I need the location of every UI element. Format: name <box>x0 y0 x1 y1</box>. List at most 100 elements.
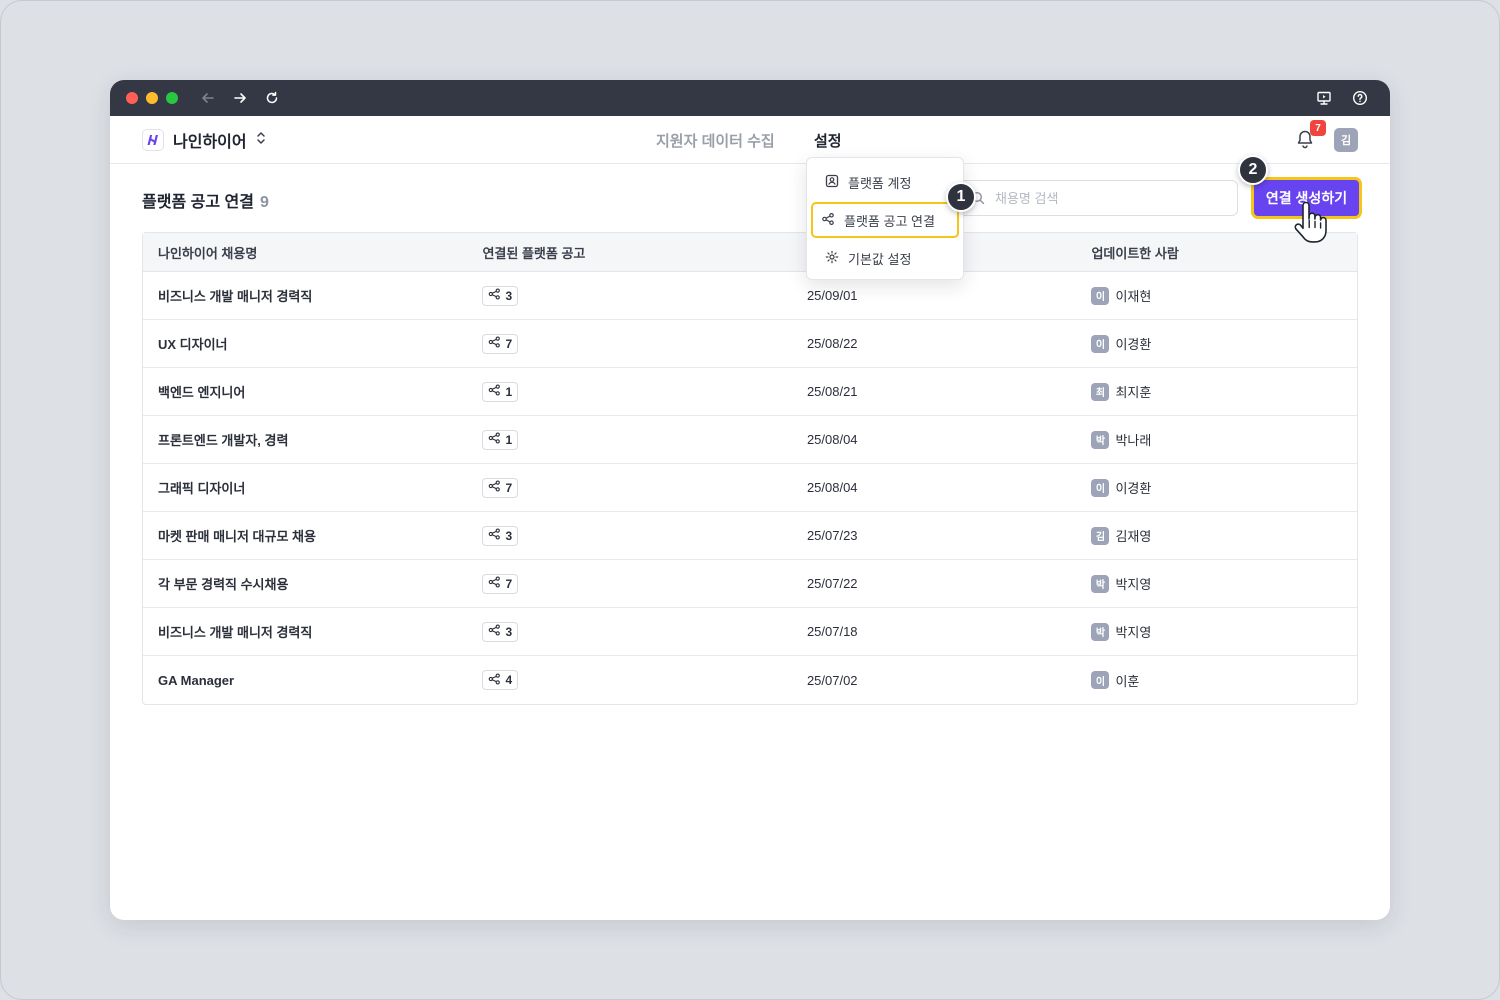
settings-dropdown-menu: 플랫폼 계정 플랫폼 공고 연결 기본값 설정 <box>806 157 964 280</box>
linked-postings-count: 3 <box>505 528 513 543</box>
updater-name: 김재영 <box>1115 529 1152 544</box>
share-icon <box>488 672 501 688</box>
linked-postings-count: 1 <box>505 432 513 447</box>
help-icon[interactable] <box>1350 88 1370 108</box>
updater-name: 이경환 <box>1115 337 1152 352</box>
updated-date: 25/09/01 <box>806 288 858 303</box>
menu-item-platform-account[interactable]: 플랫폼 계정 <box>811 164 959 200</box>
table-row[interactable]: 프론트엔드 개발자, 경력 1 25/08/04 박 박나래 <box>143 416 1357 464</box>
table-row[interactable]: GA Manager 4 25/07/02 이 이훈 <box>143 656 1357 704</box>
refresh-icon[interactable] <box>262 88 282 108</box>
step-badge-2: 2 <box>1238 155 1268 185</box>
step-badge-1: 1 <box>946 182 976 212</box>
table-row[interactable]: 각 부문 경력직 수시채용 7 25/07/22 박 박지영 <box>143 560 1357 608</box>
gear-icon <box>825 250 839 267</box>
linked-postings-chip[interactable]: 7 <box>482 477 519 498</box>
linked-postings-chip[interactable]: 4 <box>482 670 519 690</box>
browser-titlebar <box>110 80 1390 116</box>
job-title[interactable]: 비즈니스 개발 매니저 경력직 <box>158 625 312 640</box>
menu-item-label: 플랫폼 계정 <box>848 175 912 191</box>
menu-item-label: 기본값 설정 <box>848 251 912 267</box>
column-header-job-title: 나인하이어 채용명 <box>158 245 258 261</box>
search-field[interactable] <box>958 180 1238 216</box>
linked-postings-chip[interactable]: 3 <box>482 621 519 642</box>
updater-name: 이재현 <box>1115 289 1152 304</box>
job-title[interactable]: 비즈니스 개발 매니저 경력직 <box>158 289 312 304</box>
updated-date: 25/07/18 <box>806 624 858 639</box>
page-title-text: 플랫폼 공고 연결 <box>142 194 254 211</box>
linked-postings-chip[interactable]: 3 <box>482 285 519 306</box>
share-icon <box>488 384 501 399</box>
updater-avatar: 이 <box>1091 478 1110 497</box>
minimize-window-button[interactable] <box>146 92 158 104</box>
linked-postings-count: 7 <box>505 336 513 351</box>
user-avatar[interactable]: 김 <box>1334 128 1358 152</box>
updated-date: 25/07/22 <box>806 576 858 591</box>
maximize-window-button[interactable] <box>166 92 178 104</box>
updater-avatar: 이 <box>1091 671 1110 689</box>
search-input[interactable] <box>995 190 1237 206</box>
account-icon <box>825 174 839 191</box>
workspace-switcher[interactable]: 나인하이어 <box>142 128 266 152</box>
linked-postings-count: 3 <box>505 288 513 303</box>
updated-date: 25/08/22 <box>806 336 858 351</box>
page-title: 플랫폼 공고 연결 9 <box>142 188 269 212</box>
table-row[interactable]: 비즈니스 개발 매니저 경력직 3 25/09/01 이 이재현 <box>143 272 1357 320</box>
table-header: 나인하이어 채용명 연결된 플랫폼 공고 업데이트한 사람 <box>143 233 1357 272</box>
linked-postings-count: 4 <box>505 673 513 687</box>
column-header-linked-postings: 연결된 플랫폼 공고 <box>482 245 586 261</box>
notification-badge: 7 <box>1310 120 1326 136</box>
table-row[interactable]: 그래픽 디자이너 7 25/08/04 이 이경환 <box>143 464 1357 512</box>
job-title[interactable]: 각 부문 경력직 수시채용 <box>158 577 288 592</box>
table-body: 비즈니스 개발 매니저 경력직 3 25/09/01 이 이재현 UX 디자이너 7 25/0… <box>143 272 1357 704</box>
linked-postings-count: 3 <box>505 624 513 639</box>
back-arrow-icon[interactable] <box>198 88 218 108</box>
pointer-hand-cursor-icon <box>1294 201 1328 252</box>
connections-table: 나인하이어 채용명 연결된 플랫폼 공고 업데이트한 사람 비즈니스 개발 매니… <box>142 232 1358 705</box>
browser-window: 나인하이어 지원자 데이터 수집 설정 7 김 플랫폼 공고 연결9 연결 생성… <box>110 80 1390 920</box>
share-icon <box>488 288 501 303</box>
tab-data-collection[interactable]: 지원자 데이터 수집 <box>656 130 775 151</box>
forward-arrow-icon[interactable] <box>230 88 250 108</box>
updated-date: 25/08/21 <box>806 384 858 399</box>
workspace-name: 나인하이어 <box>173 134 247 151</box>
share-icon <box>821 212 835 229</box>
menu-item-default-settings[interactable]: 기본값 설정 <box>811 240 959 276</box>
chevron-up-down-icon <box>256 131 266 150</box>
table-row[interactable]: 백엔드 엔지니어 1 25/08/21 최 최지훈 <box>143 368 1357 416</box>
updater-name: 박지영 <box>1115 625 1152 640</box>
job-title[interactable]: GA Manager <box>158 673 234 688</box>
job-title[interactable]: 프론트엔드 개발자, 경력 <box>158 433 288 448</box>
updater-avatar: 박 <box>1091 430 1110 449</box>
linked-postings-chip[interactable]: 3 <box>482 525 519 546</box>
updated-date: 25/08/04 <box>806 480 858 495</box>
brand-logo-icon <box>142 129 164 151</box>
close-window-button[interactable] <box>126 92 138 104</box>
table-row[interactable]: 마켓 판매 매니저 대규모 채용 3 25/07/23 김 김재영 <box>143 512 1357 560</box>
tab-settings[interactable]: 설정 <box>814 130 842 151</box>
linked-postings-chip[interactable]: 1 <box>482 381 519 402</box>
table-row[interactable]: 비즈니스 개발 매니저 경력직 3 25/07/18 박 박지영 <box>143 608 1357 656</box>
job-title[interactable]: 백엔드 엔지니어 <box>158 385 245 400</box>
job-title[interactable]: 그래픽 디자이너 <box>158 481 245 496</box>
menu-item-platform-posting-link[interactable]: 플랫폼 공고 연결 <box>811 202 959 238</box>
linked-postings-count: 1 <box>505 384 513 399</box>
app-header: 나인하이어 지원자 데이터 수집 설정 7 김 <box>110 116 1390 164</box>
updater-name: 최지훈 <box>1115 385 1152 400</box>
table-row[interactable]: UX 디자이너 7 25/08/22 이 이경환 <box>143 320 1357 368</box>
linked-postings-chip[interactable]: 1 <box>482 429 519 450</box>
menu-item-label: 플랫폼 공고 연결 <box>844 213 935 229</box>
linked-postings-chip[interactable]: 7 <box>482 333 519 354</box>
updated-date: 25/07/02 <box>806 672 858 688</box>
share-icon <box>488 432 501 447</box>
updater-avatar: 박 <box>1091 574 1110 593</box>
share-icon <box>488 624 501 639</box>
share-icon <box>488 336 501 351</box>
share-icon <box>488 480 501 495</box>
job-title[interactable]: UX 디자이너 <box>158 337 228 352</box>
screen-icon[interactable] <box>1314 88 1334 108</box>
linked-postings-count: 7 <box>505 576 513 591</box>
updater-avatar: 이 <box>1091 334 1110 353</box>
linked-postings-chip[interactable]: 7 <box>482 573 519 594</box>
job-title[interactable]: 마켓 판매 매니저 대규모 채용 <box>158 529 316 544</box>
